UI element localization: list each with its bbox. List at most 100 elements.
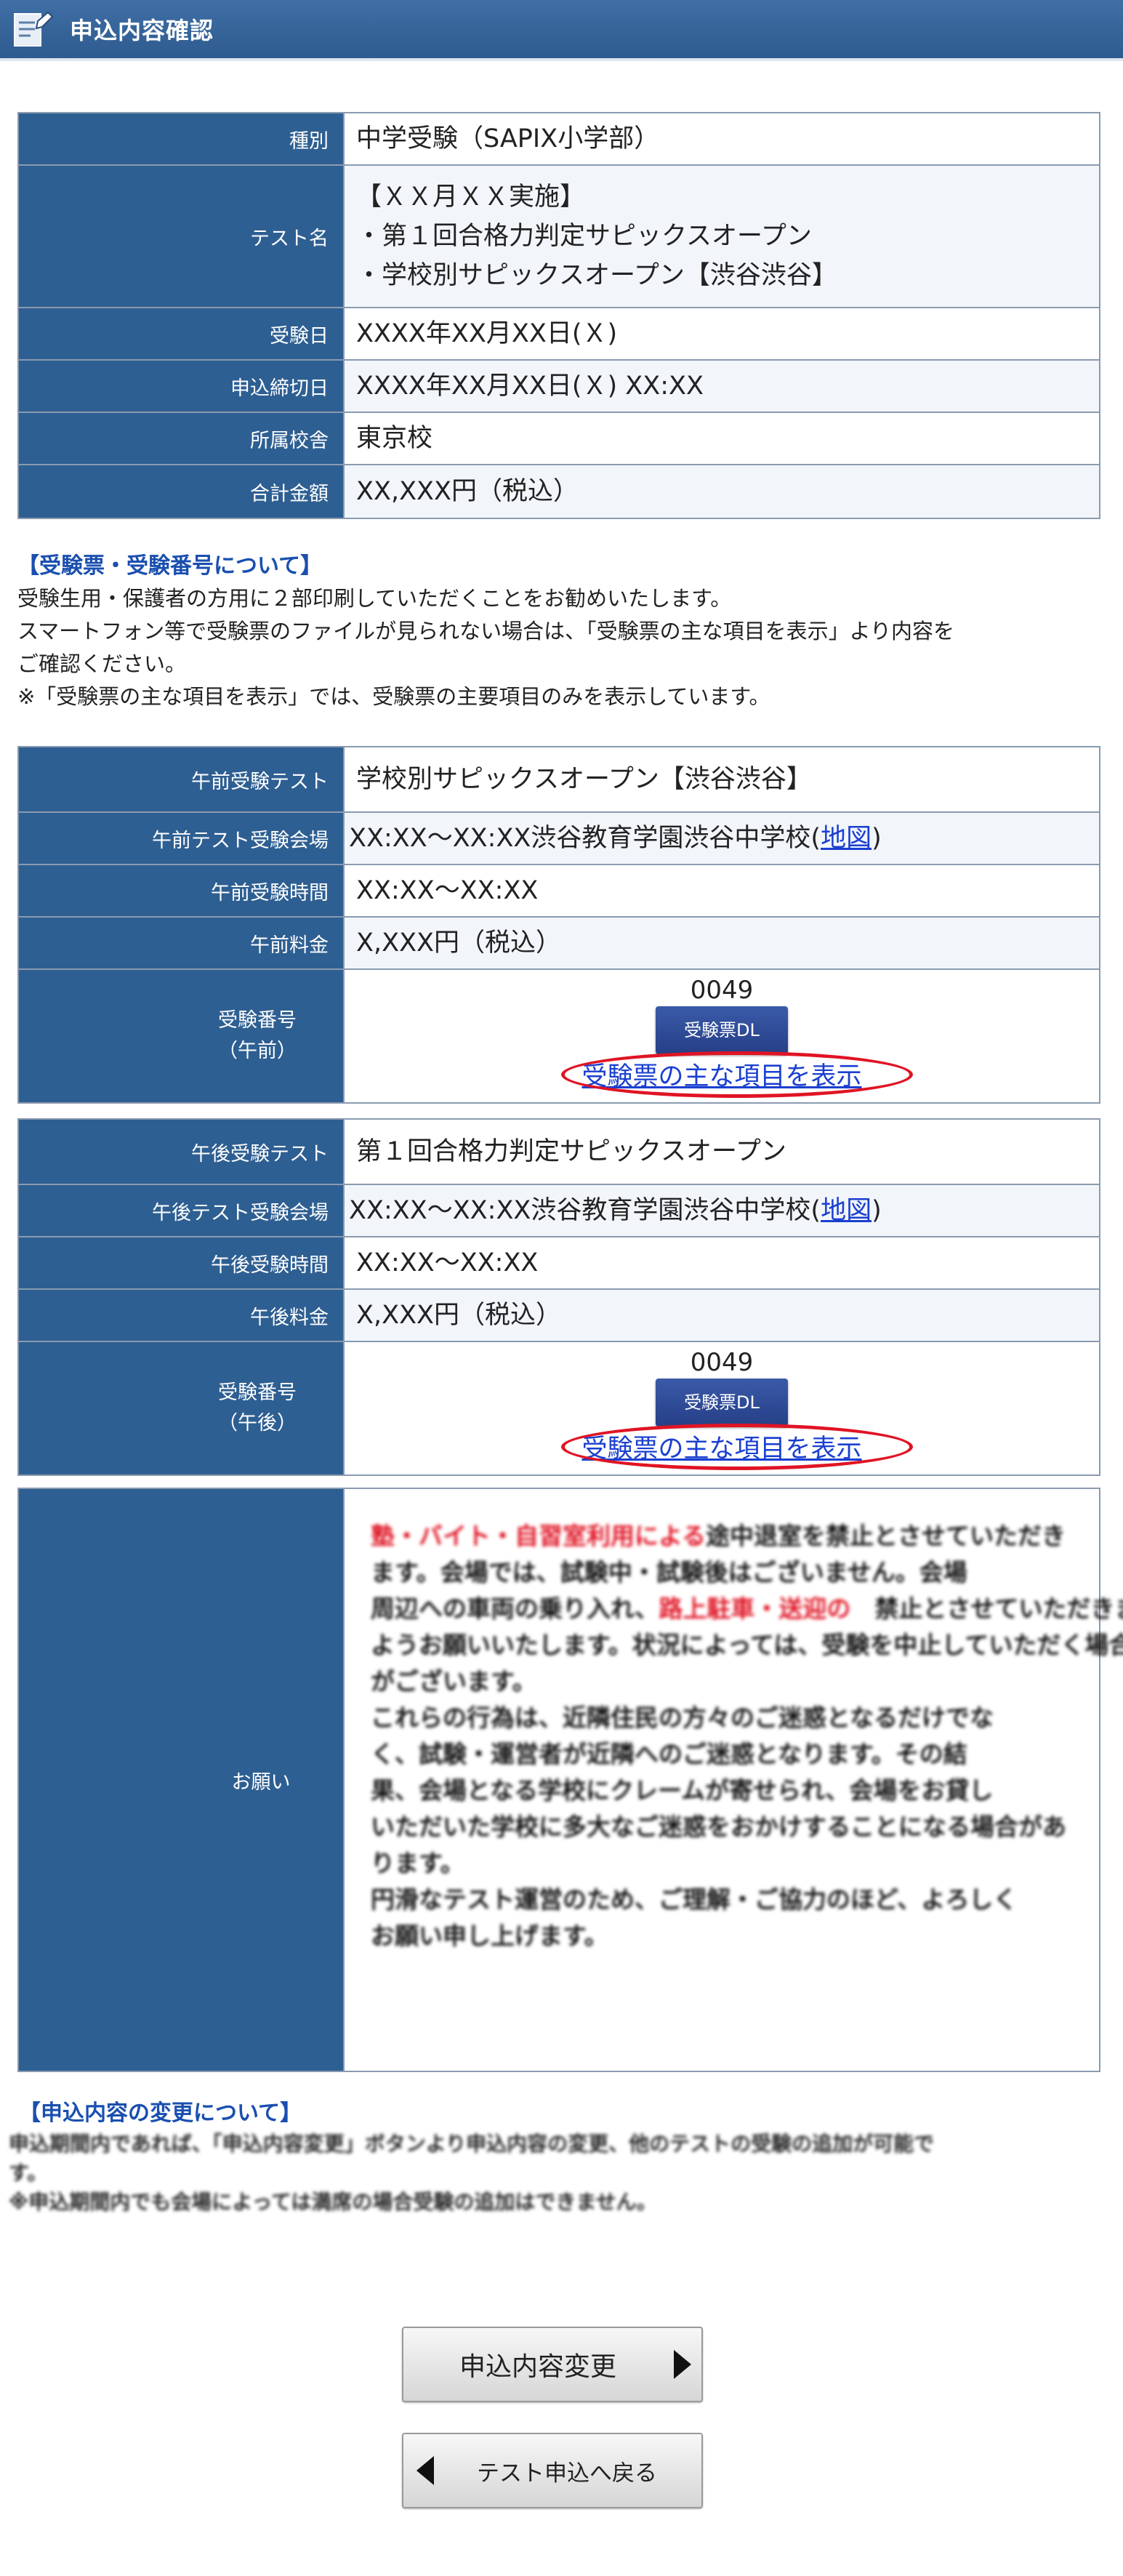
detail-link-wrap: 受験票の主な項目を表示	[561, 1424, 914, 1470]
request-line: 周辺への車両の乗り入れ、路上駐車・送迎の 禁止とさせていただきます	[371, 1594, 1123, 1623]
table-row: 午前受験テスト 学校別サピックスオープン【渋谷渋谷】	[17, 746, 1100, 813]
row-label: 種別	[17, 112, 345, 166]
change-note-heading: 【申込内容の変更について】	[19, 2100, 302, 2126]
row-label: 午後受験テスト	[17, 1118, 345, 1185]
row-label: 受験日	[17, 307, 345, 361]
table-row: 午前テスト受験会場 XX:XX～XX:XX渋谷教育学園渋谷中学校(地図)	[17, 811, 1100, 865]
play-left-icon	[416, 2456, 434, 2485]
exam-number: 0049	[690, 976, 754, 1005]
venue-value: XX:XX～XX:XX渋谷教育学園渋谷中学校(地図)	[343, 811, 1100, 865]
venue-value: XX:XX～XX:XX渋谷教育学園渋谷中学校(地図)	[343, 1184, 1100, 1237]
table-row: 午後受験テスト 第１回合格力判定サピックスオープン	[17, 1118, 1100, 1185]
row-label: 午後テスト受験会場	[17, 1184, 345, 1237]
table-row: 申込締切日 XXXX年XX月XX日(Ｘ) XX:XX	[17, 359, 1100, 413]
note-line: す。	[9, 2161, 48, 2185]
exam-number-label-line: 受験番号	[218, 1009, 297, 1032]
row-label: 午前受験時間	[17, 864, 345, 918]
request-line: 塾・バイト・自習室利用による途中退室を禁止とさせていただき	[371, 1522, 1066, 1550]
row-label: 午前テスト受験会場	[17, 811, 345, 865]
request-line: く、試験・運営者が近隣へのご迷惑となります。その結	[371, 1740, 967, 1768]
table-row: 所属校舎 東京校	[17, 412, 1100, 465]
exam-number: 0049	[690, 1348, 754, 1377]
row-value: XX,XXX円（税込）	[343, 464, 1100, 519]
table-row: テスト名 【ＸＸ月ＸＸ実施】 ・第１回合格力判定サピックスオープン ・学校別サピ…	[17, 164, 1100, 308]
note-line: ご確認ください。	[17, 651, 187, 676]
row-value: XX:XX～XX:XX	[343, 1236, 1100, 1290]
ticket-note: 【受験票・受験番号について】 受験生用・保護者の方用に２部印刷していただくことを…	[17, 550, 1108, 713]
morning-table: 午前受験テスト 学校別サピックスオープン【渋谷渋谷】 午前テスト受験会場 XX:…	[17, 746, 1100, 1104]
venue-text: XX:XX～XX:XX渋谷教育学園渋谷中学校(	[349, 824, 821, 853]
row-label: 所属校舎	[17, 412, 345, 465]
back-to-test-application-button[interactable]: テスト申込へ戻る	[402, 2433, 703, 2508]
change-application-button[interactable]: 申込内容変更	[402, 2327, 703, 2402]
request-line: がございます。	[371, 1667, 536, 1696]
request-line: 円滑なテスト運営のため、ご理解・ご協力のほど、よろしく	[371, 1885, 1018, 1914]
exam-number-label: 受験番号 （午前）	[17, 968, 345, 1104]
venue-text: XX:XX～XX:XX渋谷教育学園渋谷中学校(	[349, 1196, 821, 1225]
note-line: スマートフォン等で受験票のファイルが見られない場合は、「受験票の主な項目を表示」…	[17, 619, 955, 643]
request-line: お願い申し上げます。	[371, 1922, 608, 1950]
change-note-text-blurred: 申込期間内であれば、「申込内容変更」ボタンより申込内容の変更、他のテストの受験の…	[9, 2130, 1099, 2217]
table-row: 合計金額 XX,XXX円（税込）	[17, 464, 1100, 519]
exam-number-label-line: （午後）	[218, 1412, 297, 1435]
map-link[interactable]: 地図	[821, 1196, 872, 1225]
table-row: 午前受験時間 XX:XX～XX:XX	[17, 864, 1100, 918]
ticket-download-button[interactable]: 受験票DL	[656, 1379, 788, 1427]
row-value: 中学受験（SAPIX小学部）	[343, 112, 1100, 166]
test-name-line: ・学校別サピックスオープン【渋谷渋谷】	[356, 261, 837, 290]
change-note: 【申込内容の変更について】 申込期間内であれば、「申込内容変更」ボタンより申込内…	[9, 2097, 1099, 2217]
back-label: テスト申込へ戻る	[477, 2460, 657, 2487]
request-line: ります。	[371, 1849, 464, 1877]
table-row: 午後テスト受験会場 XX:XX～XX:XX渋谷教育学園渋谷中学校(地図)	[17, 1184, 1100, 1237]
request-line: ようお願いいたします。状況によっては、受験を中止していただく場合	[371, 1631, 1123, 1659]
request-line: これらの行為は、近隣住民の方々のご迷惑となるだけでな	[371, 1704, 994, 1732]
request-line: いただいた学校に多大なご迷惑をおかけすることになる場合があ	[371, 1813, 1066, 1841]
afternoon-table: 午後受験テスト 第１回合格力判定サピックスオープン 午後テスト受験会場 XX:X…	[17, 1118, 1100, 1476]
request-line: ます。会場では、試験中・試験後はございません。会場	[371, 1558, 967, 1586]
play-right-icon	[674, 2350, 691, 2379]
table-row: 種別 中学受験（SAPIX小学部）	[17, 112, 1100, 166]
ticket-note-heading: 【受験票・受験番号について】	[17, 553, 323, 579]
exam-number-label-line: （午前）	[218, 1040, 297, 1062]
row-value: XXXX年XX月XX日(Ｘ) XX:XX	[343, 359, 1100, 413]
page-title: 申込内容確認	[70, 17, 214, 44]
table-row: 午後料金 X,XXX円（税込）	[17, 1288, 1100, 1342]
row-value: 第１回合格力判定サピックスオープン	[343, 1118, 1100, 1185]
row-value: XXXX年XX月XX日(Ｘ)	[343, 307, 1100, 361]
change-application-label: 申込内容変更	[459, 2352, 616, 2382]
note-line: 受験生用・保護者の方用に２部印刷していただくことをお勧めいたします。	[17, 586, 732, 611]
request-body: 塾・バイト・自習室利用による途中退室を禁止とさせていただき ます。会場では、試験…	[343, 1488, 1123, 2072]
table-row: 受験番号 （午前） 0049 受験票DL 受験票の主な項目を表示	[17, 968, 1100, 1104]
venue-close: )	[872, 1196, 882, 1225]
request-text-blurred: 塾・バイト・自習室利用による途中退室を禁止とさせていただき ます。会場では、試験…	[371, 1518, 1123, 1954]
row-label: 午後料金	[17, 1288, 345, 1342]
test-name-line: ・第１回合格力判定サピックスオープン	[356, 222, 812, 251]
map-link[interactable]: 地図	[821, 824, 872, 853]
summary-table: 種別 中学受験（SAPIX小学部） テスト名 【ＸＸ月ＸＸ実施】 ・第１回合格力…	[17, 112, 1100, 519]
ticket-download-button[interactable]: 受験票DL	[656, 1006, 788, 1054]
test-name-line: 【ＸＸ月ＸＸ実施】	[356, 182, 586, 212]
row-value: 学校別サピックスオープン【渋谷渋谷】	[343, 746, 1100, 813]
pencil-document-icon	[14, 11, 54, 47]
note-line: ※申込期間内でも会場によっては満席の場合受験の追加はできません。	[9, 2190, 657, 2214]
highlight-oval	[561, 1051, 914, 1098]
exam-number-cell: 0049 受験票DL 受験票の主な項目を表示	[343, 968, 1100, 1104]
row-label: 申込締切日	[17, 359, 345, 413]
row-label: 午前料金	[17, 916, 345, 970]
note-line: 申込期間内であれば、「申込内容変更」ボタンより申込内容の変更、他のテストの受験の…	[9, 2132, 935, 2156]
row-label: 合計金額	[17, 464, 345, 519]
table-row: 受験番号 （午後） 0049 受験票DL 受験票の主な項目を表示	[17, 1341, 1100, 1476]
request-line: 果、会場となる学校にクレームが寄せられ、会場をお貸し	[371, 1776, 994, 1805]
table-row: 受験日 XXXX年XX月XX日(Ｘ)	[17, 307, 1100, 361]
row-value: X,XXX円（税込）	[343, 1288, 1100, 1342]
detail-link-wrap: 受験票の主な項目を表示	[561, 1051, 914, 1098]
test-name-value: 【ＸＸ月ＸＸ実施】 ・第１回合格力判定サピックスオープン ・学校別サピックスオー…	[343, 164, 1100, 308]
note-line: ※「受験票の主な項目を表示」では、受験票の主要項目のみを表示しています。	[17, 684, 770, 709]
row-value: XX:XX～XX:XX	[343, 864, 1100, 918]
table-row: お願い 塾・バイト・自習室利用による途中退室を禁止とさせていただき ます。会場で…	[17, 1488, 1123, 2072]
row-value: X,XXX円（税込）	[343, 916, 1100, 970]
row-label: 午前受験テスト	[17, 746, 345, 813]
exam-number-label-line: 受験番号	[218, 1381, 297, 1404]
exam-number-cell: 0049 受験票DL 受験票の主な項目を表示	[343, 1341, 1100, 1476]
highlight-oval	[561, 1424, 914, 1470]
